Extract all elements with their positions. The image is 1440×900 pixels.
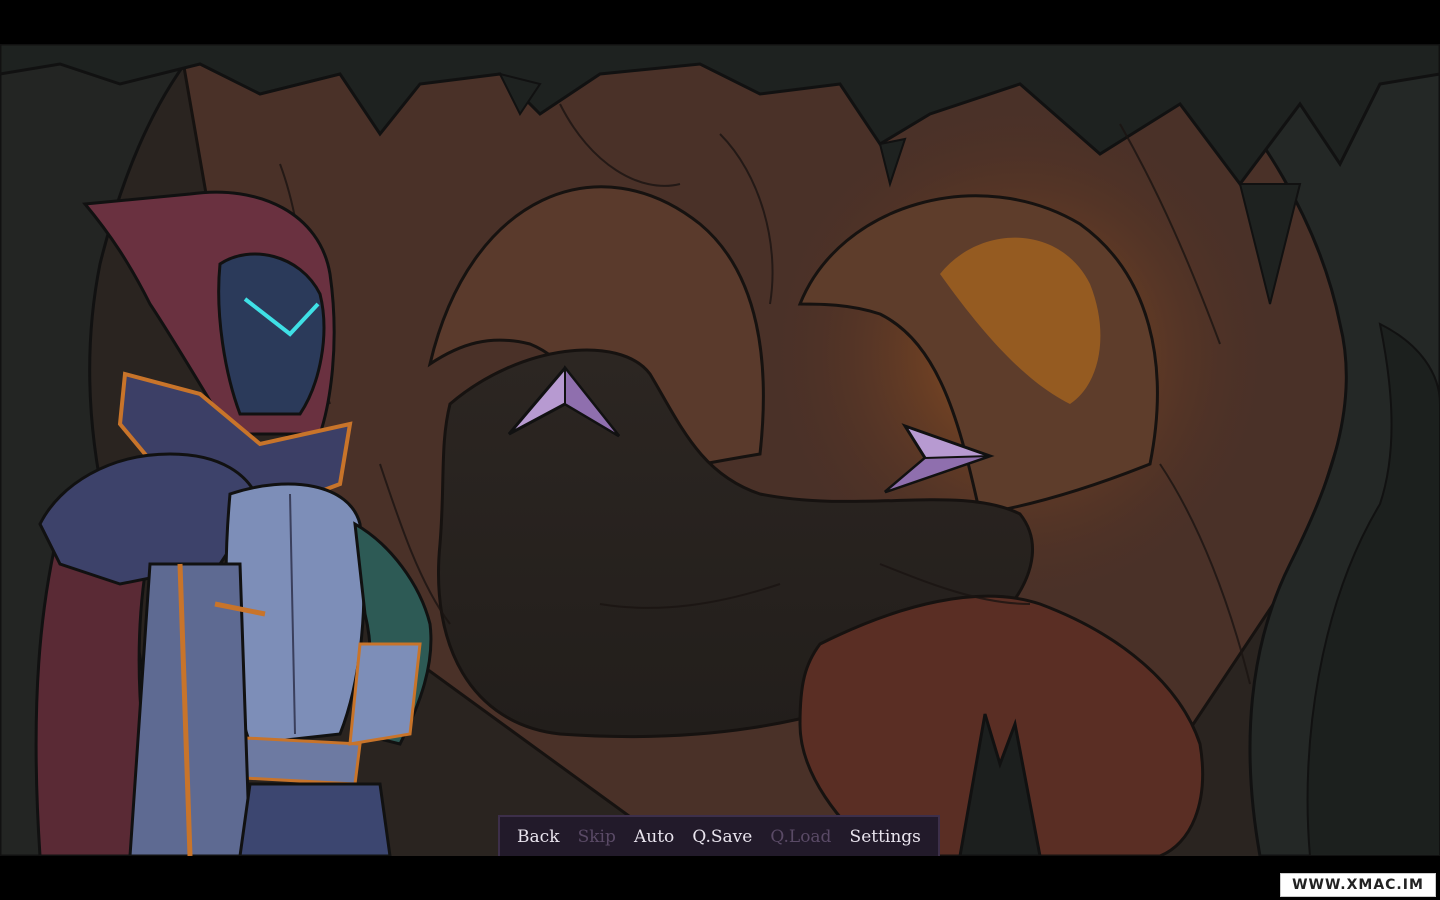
auto-button[interactable]: Auto [632,823,676,851]
quick-menu: Back Skip Auto Q.Save Q.Load Settings [498,815,940,857]
arrow-right-icon[interactable] [880,422,995,497]
arrow-up-left-icon[interactable] [505,364,625,444]
skip-button[interactable]: Skip [576,823,618,851]
watermark: WWW.XMAC.IM [1280,873,1436,897]
back-button[interactable]: Back [515,823,561,851]
cave-scene[interactable] [0,44,1440,856]
settings-button[interactable]: Settings [848,823,923,851]
quick-load-button[interactable]: Q.Load [768,823,833,851]
letterbox-top [0,0,1440,44]
letterbox-bottom [0,856,1440,900]
quick-save-button[interactable]: Q.Save [690,823,754,851]
cave-background [0,44,1440,856]
game-window: Back Skip Auto Q.Save Q.Load Settings WW… [0,0,1440,900]
